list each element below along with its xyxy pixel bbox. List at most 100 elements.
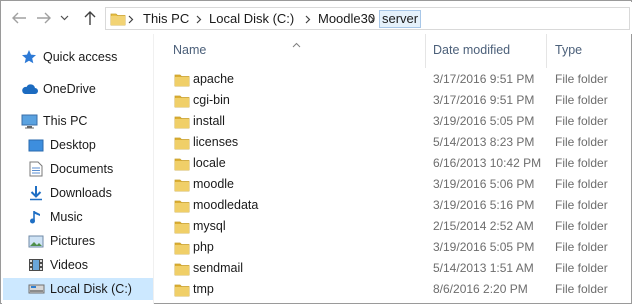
sidebar-item-onedrive[interactable]: OneDrive — [20, 78, 150, 100]
download-icon — [27, 184, 45, 202]
up-arrow-icon[interactable] — [80, 8, 100, 28]
file-row[interactable]: tmp 8/6/2016 2:20 PM File folder — [154, 279, 632, 300]
file-row[interactable]: sendmail 5/14/2013 1:51 AM File folder — [154, 258, 632, 279]
file-name: moodle — [193, 177, 234, 191]
folder-icon — [174, 261, 190, 279]
file-type: File folder — [555, 282, 608, 296]
sidebar-item-videos[interactable]: Videos — [27, 254, 150, 276]
file-type: File folder — [555, 261, 608, 275]
sidebar-item-label: Downloads — [50, 186, 112, 200]
sidebar-item-label: Videos — [50, 258, 88, 272]
file-name: locale — [193, 156, 226, 170]
sidebar-item-label: Music — [50, 210, 83, 224]
file-date-modified: 2/15/2014 2:52 AM — [433, 219, 534, 233]
sidebar-item-documents[interactable]: Documents — [27, 158, 150, 180]
folder-icon — [110, 11, 126, 29]
chevron-down-icon[interactable] — [58, 8, 70, 28]
sidebar-item-music[interactable]: Music — [27, 206, 150, 228]
file-name: mysql — [193, 219, 226, 233]
file-name: apache — [193, 72, 235, 86]
column-divider[interactable] — [546, 34, 547, 68]
breadcrumb-separator-icon[interactable] — [128, 11, 134, 27]
breadcrumb-separator-icon[interactable] — [196, 11, 202, 27]
sidebar-item-label: Local Disk (C:) — [50, 282, 132, 296]
sidebar-item-local-disk[interactable]: Local Disk (C:) — [3, 278, 153, 300]
pictures-icon — [27, 232, 45, 250]
file-date-modified: 3/19/2016 5:05 PM — [433, 114, 535, 128]
file-row[interactable]: apache 3/17/2016 9:51 PM File folder — [154, 69, 632, 90]
sidebar-item-desktop[interactable]: Desktop — [27, 134, 150, 156]
file-name: install — [193, 114, 225, 128]
file-row[interactable]: cgi-bin 3/17/2016 9:51 PM File folder — [154, 90, 632, 111]
breadcrumb-local-disk[interactable]: Local Disk (C:) — [209, 11, 294, 27]
file-name: tmp — [193, 282, 214, 296]
file-type: File folder — [555, 219, 608, 233]
drive-icon — [27, 280, 45, 298]
sidebar-item-label: This PC — [43, 114, 88, 128]
sidebar-item-pictures[interactable]: Pictures — [27, 230, 150, 252]
folder-icon — [174, 93, 190, 111]
file-type: File folder — [555, 156, 608, 170]
file-type: File folder — [555, 177, 608, 191]
file-name: php — [193, 240, 214, 254]
file-name: sendmail — [193, 261, 244, 275]
file-name: cgi-bin — [193, 93, 230, 107]
file-date-modified: 3/19/2016 5:05 PM — [433, 240, 535, 254]
sidebar-item-quick-access[interactable]: Quick access — [20, 46, 150, 68]
address-bar[interactable]: This PC Local Disk (C:) Moodle30 server — [105, 7, 630, 30]
forward-arrow-icon[interactable] — [34, 8, 54, 28]
sidebar-item-label: OneDrive — [43, 82, 96, 96]
folder-icon — [174, 156, 190, 174]
folder-icon — [174, 177, 190, 195]
sidebar-item-label: Quick access — [43, 50, 118, 64]
folder-icon — [174, 114, 190, 132]
file-row[interactable]: locale 6/16/2013 10:42 PM File folder — [154, 153, 632, 174]
file-date-modified: 3/19/2016 5:06 PM — [433, 177, 535, 191]
column-divider[interactable] — [425, 34, 426, 68]
file-row[interactable]: moodle 3/19/2016 5:06 PM File folder — [154, 174, 632, 195]
documents-icon — [27, 160, 45, 178]
folder-icon — [174, 240, 190, 258]
file-date-modified: 5/14/2013 8:23 PM — [433, 135, 535, 149]
cloud-icon — [20, 80, 38, 98]
file-list: Name Date modified Type apache 3/17/2016 … — [154, 34, 632, 304]
column-header-name[interactable]: Name — [173, 41, 206, 59]
sort-ascending-icon[interactable] — [292, 37, 301, 51]
column-header-type[interactable]: Type — [555, 41, 582, 59]
videos-icon — [27, 256, 45, 274]
navigation-bar: This PC Local Disk (C:) Moodle30 server — [2, 2, 632, 34]
file-row[interactable]: install 3/19/2016 5:05 PM File folder — [154, 111, 632, 132]
sidebar-item-label: Desktop — [50, 138, 96, 152]
file-row[interactable]: mysql 2/15/2014 2:52 AM File folder — [154, 216, 632, 237]
sidebar-item-downloads[interactable]: Downloads — [27, 182, 150, 204]
file-name: moodledata — [193, 198, 259, 212]
sidebar-item-this-pc[interactable]: This PC — [20, 110, 150, 132]
music-icon — [27, 208, 45, 226]
breadcrumb-separator-icon[interactable] — [305, 11, 311, 27]
file-row[interactable]: php 3/19/2016 5:05 PM File folder — [154, 237, 632, 258]
breadcrumb-server[interactable]: server — [379, 10, 422, 28]
file-date-modified: 3/17/2016 9:51 PM — [433, 93, 535, 107]
file-type: File folder — [555, 93, 608, 107]
file-name: licenses — [193, 135, 239, 149]
file-date-modified: 5/14/2013 1:51 AM — [433, 261, 534, 275]
file-row[interactable]: licenses 5/14/2013 8:23 PM File folder — [154, 132, 632, 153]
file-type: File folder — [555, 240, 608, 254]
file-row[interactable]: moodledata 3/19/2016 5:16 PM File folder — [154, 195, 632, 216]
column-header-date-modified[interactable]: Date modified — [433, 41, 510, 59]
folder-icon — [174, 219, 190, 237]
file-type: File folder — [555, 135, 608, 149]
breadcrumb-this-pc[interactable]: This PC — [143, 11, 189, 27]
back-arrow-icon[interactable] — [9, 8, 29, 28]
breadcrumb-moodle30[interactable]: Moodle30 — [318, 11, 375, 27]
file-date-modified: 6/16/2013 10:42 PM — [433, 156, 542, 170]
sidebar-item-label: Pictures — [50, 234, 96, 248]
computer-icon — [20, 112, 38, 130]
file-date-modified: 3/17/2016 9:51 PM — [433, 72, 535, 86]
desktop-icon — [27, 136, 45, 154]
folder-icon — [174, 135, 190, 153]
breadcrumb-separator-icon[interactable] — [369, 11, 375, 27]
file-date-modified: 3/19/2016 5:16 PM — [433, 198, 535, 212]
folder-icon — [174, 72, 190, 90]
file-type: File folder — [555, 114, 608, 128]
